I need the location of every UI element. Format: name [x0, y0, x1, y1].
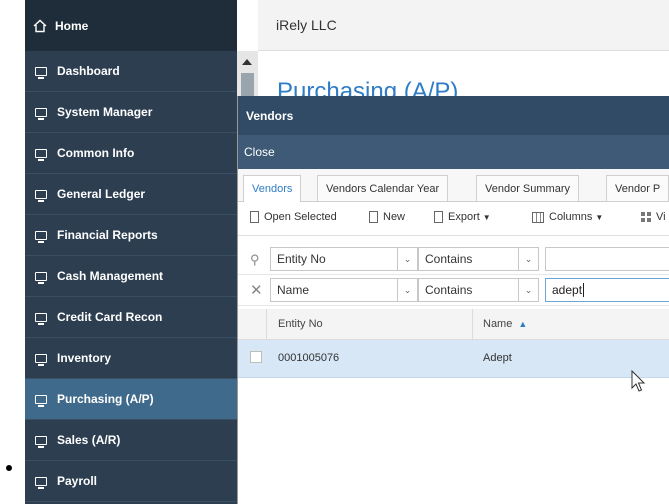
- tab-vendor-summary[interactable]: Vendor Summary: [476, 175, 579, 201]
- filter-row: ✕ Name ⌄ Contains ⌄ adept: [238, 275, 669, 306]
- company-name: iRely LLC: [276, 17, 337, 33]
- sidebar-item-label: Dashboard: [57, 64, 120, 78]
- sidebar-item-sales[interactable]: Sales (A/R): [25, 420, 237, 461]
- column-separator: [472, 309, 473, 340]
- monitor-icon: [35, 148, 47, 161]
- filter-row: ⚲ Entity No ⌄ Contains ⌄: [238, 244, 669, 275]
- sidebar-item-common-info[interactable]: Common Info: [25, 133, 237, 174]
- sidebar-item-system-manager[interactable]: System Manager: [25, 92, 237, 133]
- open-selected-label: Open Selected: [264, 211, 337, 223]
- sidebar-item-label: General Ledger: [57, 187, 146, 201]
- filter-value-input[interactable]: adept: [545, 278, 669, 302]
- sidebar-item-label: System Manager: [57, 105, 153, 119]
- tab-bar: Vendors Vendors Calendar Year Vendor Sum…: [238, 169, 669, 202]
- monitor-icon: [35, 189, 47, 202]
- sidebar-item-label: Inventory: [57, 351, 112, 365]
- view-button[interactable]: Vi: [641, 211, 666, 223]
- filter-value-input[interactable]: [545, 247, 669, 271]
- export-button[interactable]: Export ▼: [434, 211, 491, 223]
- chevron-down-icon[interactable]: ⌄: [398, 247, 418, 271]
- sidebar-item-label: Home: [55, 18, 89, 33]
- new-button[interactable]: New: [369, 211, 405, 223]
- sidebar: Home Dashboard System Manager Common Inf…: [25, 0, 237, 504]
- columns-icon: [532, 211, 544, 223]
- export-label: Export: [448, 211, 480, 223]
- export-icon: [434, 211, 443, 223]
- cell-name: Adept: [483, 352, 512, 364]
- action-toolbar: Open Selected New Export ▼ Columns ▼ Vi: [238, 202, 669, 236]
- sidebar-item-label: Payroll: [57, 474, 98, 488]
- monitor-icon: [35, 312, 47, 325]
- filter-operator-select[interactable]: Contains: [418, 247, 519, 271]
- open-selected-button[interactable]: Open Selected: [250, 211, 337, 223]
- chevron-down-icon: ▼: [482, 212, 491, 222]
- chevron-down-icon[interactable]: ⌄: [519, 247, 539, 271]
- sidebar-item-purchasing[interactable]: Purchasing (A/P): [25, 379, 237, 420]
- column-header-name[interactable]: Name ▲: [483, 318, 527, 330]
- row-checkbox[interactable]: [250, 351, 262, 363]
- filter-field-select[interactable]: Name: [270, 278, 398, 302]
- sidebar-item-payroll[interactable]: Payroll: [25, 461, 237, 502]
- sidebar-item-label: Purchasing (A/P): [57, 392, 154, 406]
- tab-vendors[interactable]: Vendors: [243, 175, 302, 202]
- chevron-down-icon[interactable]: ⌄: [398, 278, 418, 302]
- monitor-icon: [35, 353, 47, 366]
- tab-vendors-calendar-year[interactable]: Vendors Calendar Year: [317, 175, 449, 201]
- document-icon: [250, 211, 259, 223]
- list-bullet: [6, 465, 12, 471]
- search-icon: ⚲: [250, 252, 260, 267]
- close-button[interactable]: Close: [244, 145, 275, 159]
- home-icon: [33, 19, 47, 32]
- monitor-icon: [35, 394, 47, 407]
- sidebar-item-dashboard[interactable]: Dashboard: [25, 51, 237, 92]
- text-cursor: [583, 283, 585, 297]
- monitor-icon: [35, 476, 47, 489]
- monitor-icon: [35, 107, 47, 120]
- grid-header: Entity No Name ▲: [238, 309, 669, 340]
- scroll-up-icon[interactable]: [242, 59, 252, 65]
- vendors-dialog: Vendors Close Vendors Vendors Calendar Y…: [237, 96, 669, 504]
- sidebar-item-label: Cash Management: [57, 269, 164, 283]
- monitor-icon: [35, 66, 47, 79]
- filter-value-text: adept: [552, 283, 583, 297]
- filter-operator-select[interactable]: Contains: [418, 278, 519, 302]
- grid-icon: [641, 212, 651, 222]
- chevron-down-icon: ▼: [595, 212, 604, 222]
- sidebar-item-label: Sales (A/R): [57, 433, 121, 447]
- chevron-down-icon[interactable]: ⌄: [519, 278, 539, 302]
- table-row[interactable]: 0001005076 Adept: [238, 340, 669, 378]
- column-header-entity-no[interactable]: Entity No: [278, 318, 323, 330]
- new-document-icon: [369, 211, 378, 223]
- view-label: Vi: [656, 211, 666, 223]
- new-label: New: [383, 211, 406, 223]
- sidebar-item-general-ledger[interactable]: General Ledger: [25, 174, 237, 215]
- dialog-title: Vendors: [238, 96, 669, 135]
- sidebar-item-home[interactable]: Home: [25, 0, 237, 51]
- columns-label: Columns: [549, 211, 593, 223]
- top-bar: iRely LLC: [258, 0, 669, 51]
- tab-vendor-p[interactable]: Vendor P: [606, 175, 669, 201]
- column-separator: [266, 309, 267, 340]
- sidebar-item-financial-reports[interactable]: Financial Reports: [25, 215, 237, 256]
- sidebar-item-label: Credit Card Recon: [57, 310, 163, 324]
- sidebar-item-label: Common Info: [57, 146, 135, 160]
- sidebar-item-credit-card-recon[interactable]: Credit Card Recon: [25, 297, 237, 338]
- sidebar-item-label: Financial Reports: [57, 228, 158, 242]
- mouse-cursor-icon: [631, 370, 646, 392]
- sidebar-item-cash-management[interactable]: Cash Management: [25, 256, 237, 297]
- sort-ascending-icon: ▲: [518, 319, 528, 329]
- dialog-toolbar: Close: [238, 135, 669, 169]
- column-header-label: Name: [483, 318, 513, 330]
- monitor-icon: [35, 435, 47, 448]
- monitor-icon: [35, 271, 47, 284]
- close-icon[interactable]: ✕: [250, 281, 263, 299]
- cell-entity-no: 0001005076: [278, 352, 340, 364]
- monitor-icon: [35, 230, 47, 243]
- columns-button[interactable]: Columns ▼: [532, 211, 603, 223]
- sidebar-item-inventory[interactable]: Inventory: [25, 338, 237, 379]
- filter-field-select[interactable]: Entity No: [270, 247, 398, 271]
